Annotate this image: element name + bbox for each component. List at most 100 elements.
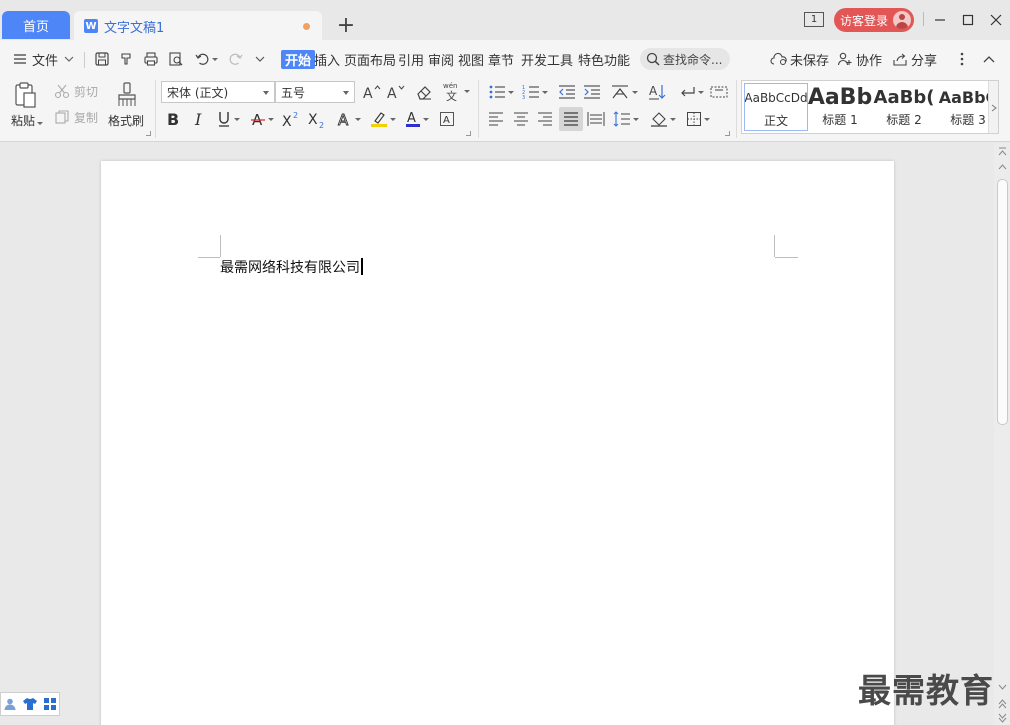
tab-view[interactable]: 视图 xyxy=(458,49,484,69)
tab-chapter[interactable]: 章节 xyxy=(488,49,514,69)
phonetic-guide-button[interactable]: wén 文 xyxy=(441,80,471,102)
undo-button[interactable] xyxy=(194,49,218,69)
vertical-scrollbar[interactable] xyxy=(994,143,1010,725)
superscript-button[interactable]: X2 xyxy=(280,109,302,129)
print-button[interactable] xyxy=(143,49,159,69)
collaborate-label: 协作 xyxy=(856,53,883,69)
decrease-indent-button[interactable] xyxy=(557,82,577,102)
numbered-list-button[interactable]: 123 xyxy=(520,82,550,102)
font-color-icon: A xyxy=(406,111,420,127)
search-icon xyxy=(646,52,660,66)
maximize-icon[interactable] xyxy=(958,10,978,30)
new-tab-button[interactable]: + xyxy=(334,12,358,38)
copy-button[interactable]: 复制 xyxy=(54,108,98,126)
quick-access-more[interactable] xyxy=(254,49,266,69)
tab-page-layout[interactable]: 页面布局 xyxy=(344,49,396,69)
distributed-align-button[interactable] xyxy=(586,109,606,129)
borders-icon xyxy=(687,112,701,126)
shrink-font-button[interactable]: A xyxy=(386,82,406,102)
style-heading-1[interactable]: AaBb 标题 1 xyxy=(808,83,872,131)
font-group-launcher[interactable] xyxy=(466,131,471,136)
chinese-layout-icon xyxy=(612,85,628,99)
strikethrough-button[interactable]: A xyxy=(247,109,277,129)
save-button[interactable] xyxy=(94,49,110,69)
indent-icon xyxy=(584,85,600,99)
document-workspace: 最需网络科技有限公司 xyxy=(0,143,994,725)
file-menu[interactable]: 文件 xyxy=(12,49,75,69)
tab-home[interactable]: 首页 xyxy=(2,11,70,39)
style-heading-2[interactable]: AaBb( 标题 2 xyxy=(872,83,936,131)
font-family-select[interactable]: 宋体 (正文) xyxy=(161,81,275,103)
text-effect-button[interactable]: A xyxy=(334,109,364,129)
font-size-select[interactable]: 五号 xyxy=(275,81,355,103)
apps-grid-icon[interactable] xyxy=(43,697,57,711)
next-page-icon[interactable] xyxy=(997,713,1008,725)
style-gallery-scroll[interactable] xyxy=(988,81,998,133)
share-button[interactable]: 分享 xyxy=(892,49,937,69)
align-right-button[interactable] xyxy=(535,109,555,129)
ribbon-divider xyxy=(736,80,737,138)
scroll-up-icon[interactable] xyxy=(997,163,1008,173)
collaborate-button[interactable]: 协作 xyxy=(837,49,882,69)
document-body-text[interactable]: 最需网络科技有限公司 xyxy=(220,257,363,277)
scrollbar-thumb[interactable] xyxy=(997,179,1008,425)
tab-special-features[interactable]: 特色功能 xyxy=(578,49,630,69)
shading-button[interactable] xyxy=(648,109,678,129)
paragraph-group-launcher[interactable] xyxy=(725,131,730,136)
sort-button[interactable]: A xyxy=(647,82,667,102)
more-options-button[interactable] xyxy=(958,49,966,69)
italic-button[interactable]: I xyxy=(190,109,208,129)
clipboard-group-launcher[interactable] xyxy=(146,131,151,136)
show-hide-marks-button[interactable] xyxy=(676,82,706,102)
format-brush-quick-button[interactable] xyxy=(118,49,134,69)
guest-login-button[interactable]: 访客登录 xyxy=(834,8,914,32)
increase-indent-button[interactable] xyxy=(582,82,602,102)
command-search-input[interactable]: 查找命令... xyxy=(640,48,730,70)
format-painter-label[interactable]: 格式刷 xyxy=(108,112,144,129)
window-count-icon[interactable]: 1 xyxy=(804,12,824,27)
bold-icon: B xyxy=(167,111,179,127)
scroll-top-icon[interactable] xyxy=(997,147,1008,159)
chinese-layout-button[interactable] xyxy=(608,82,640,102)
bullet-list-button[interactable] xyxy=(486,82,516,102)
unsaved-dot-icon[interactable] xyxy=(303,23,310,30)
tab-insert[interactable]: 插入 xyxy=(314,49,340,69)
highlight-color-button[interactable] xyxy=(368,109,398,129)
character-border-button[interactable]: A xyxy=(437,109,457,129)
align-left-button[interactable] xyxy=(486,109,506,129)
line-spacing-button[interactable] xyxy=(611,109,641,129)
user-status-icon[interactable] xyxy=(3,697,17,711)
tab-document[interactable]: W 文字文稿1 xyxy=(74,11,322,41)
tab-start[interactable]: 开始 xyxy=(281,49,316,69)
format-painter-button[interactable] xyxy=(113,81,141,109)
align-center-button[interactable] xyxy=(511,109,531,129)
redo-button[interactable] xyxy=(228,49,244,69)
clear-format-button[interactable] xyxy=(414,82,434,102)
cut-button[interactable]: 剪切 xyxy=(54,82,98,100)
bold-button[interactable]: B xyxy=(164,109,182,129)
tab-developer[interactable]: 开发工具 xyxy=(521,49,573,69)
unsaved-status-button[interactable]: 未保存 xyxy=(770,49,829,69)
close-icon[interactable] xyxy=(986,10,1006,30)
justify-button[interactable] xyxy=(559,107,583,131)
subscript-icon: X2 xyxy=(308,112,324,128)
prev-page-icon[interactable] xyxy=(997,699,1008,711)
table-grid-button[interactable] xyxy=(709,82,729,102)
document-page[interactable]: 最需网络科技有限公司 xyxy=(101,161,894,725)
tab-review[interactable]: 审阅 xyxy=(428,49,454,69)
svg-text:A: A xyxy=(363,86,373,101)
paste-button[interactable] xyxy=(12,81,40,109)
tab-references[interactable]: 引用 xyxy=(398,49,424,69)
subscript-button[interactable]: X2 xyxy=(306,109,328,129)
style-normal[interactable]: AaBbCcDd 正文 xyxy=(744,83,808,131)
skin-shirt-icon[interactable] xyxy=(22,697,38,711)
borders-button[interactable] xyxy=(683,109,713,129)
grow-font-button[interactable]: A xyxy=(362,82,382,102)
scroll-down-icon[interactable] xyxy=(997,683,1008,693)
minimize-icon[interactable] xyxy=(930,10,950,30)
font-color-button[interactable]: A xyxy=(402,109,432,129)
underline-button[interactable] xyxy=(213,109,243,129)
collapse-ribbon-button[interactable] xyxy=(982,49,996,69)
paste-label[interactable]: 粘贴 xyxy=(11,112,44,129)
print-preview-button[interactable] xyxy=(168,49,184,69)
